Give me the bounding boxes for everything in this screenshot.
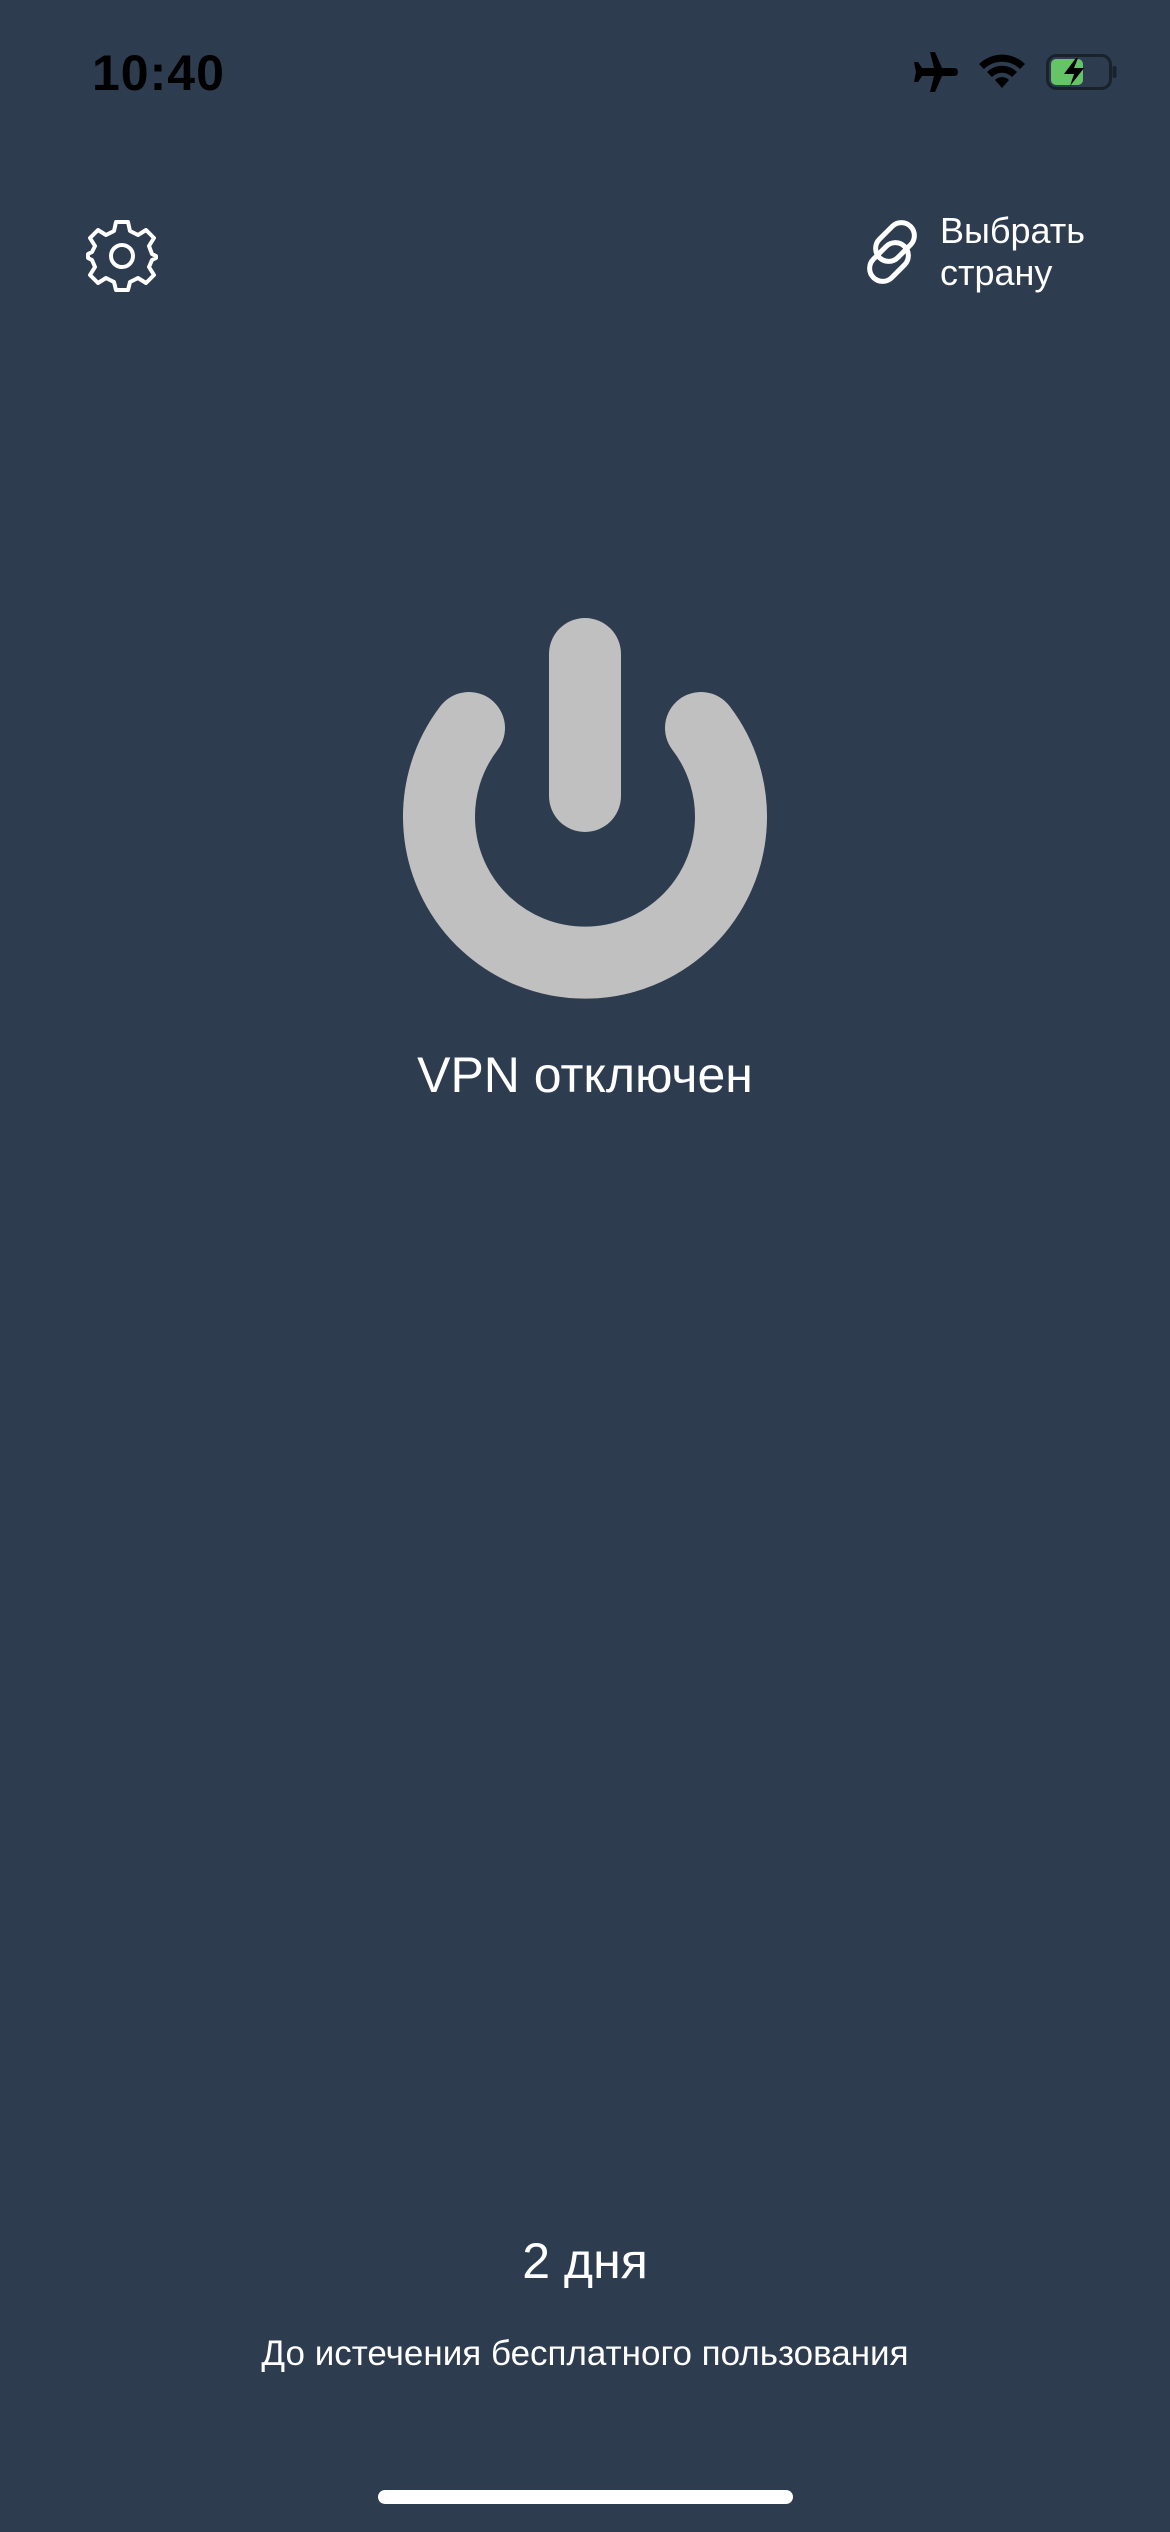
status-bar: 10:40 [0, 0, 1170, 140]
days-left-text: 2 дня [522, 2233, 648, 2289]
vpn-power-button[interactable] [399, 618, 771, 1028]
settings-button[interactable] [84, 218, 160, 294]
choose-country-button[interactable]: Выбрать страну [856, 210, 1120, 294]
battery-charging-icon [1046, 54, 1118, 90]
power-icon [399, 618, 771, 1032]
vpn-status-text: VPN отключен [417, 1047, 753, 1103]
status-icons [910, 52, 1118, 92]
choose-country-label: Выбрать страну [940, 210, 1086, 293]
wifi-icon [978, 54, 1026, 90]
link-icon [856, 214, 932, 290]
home-indicator[interactable] [378, 2490, 793, 2504]
airplane-icon [910, 52, 958, 92]
status-time: 10:40 [92, 45, 225, 101]
trial-caption: До истечения бесплатного пользования [261, 2334, 909, 2373]
gear-icon [84, 220, 160, 298]
